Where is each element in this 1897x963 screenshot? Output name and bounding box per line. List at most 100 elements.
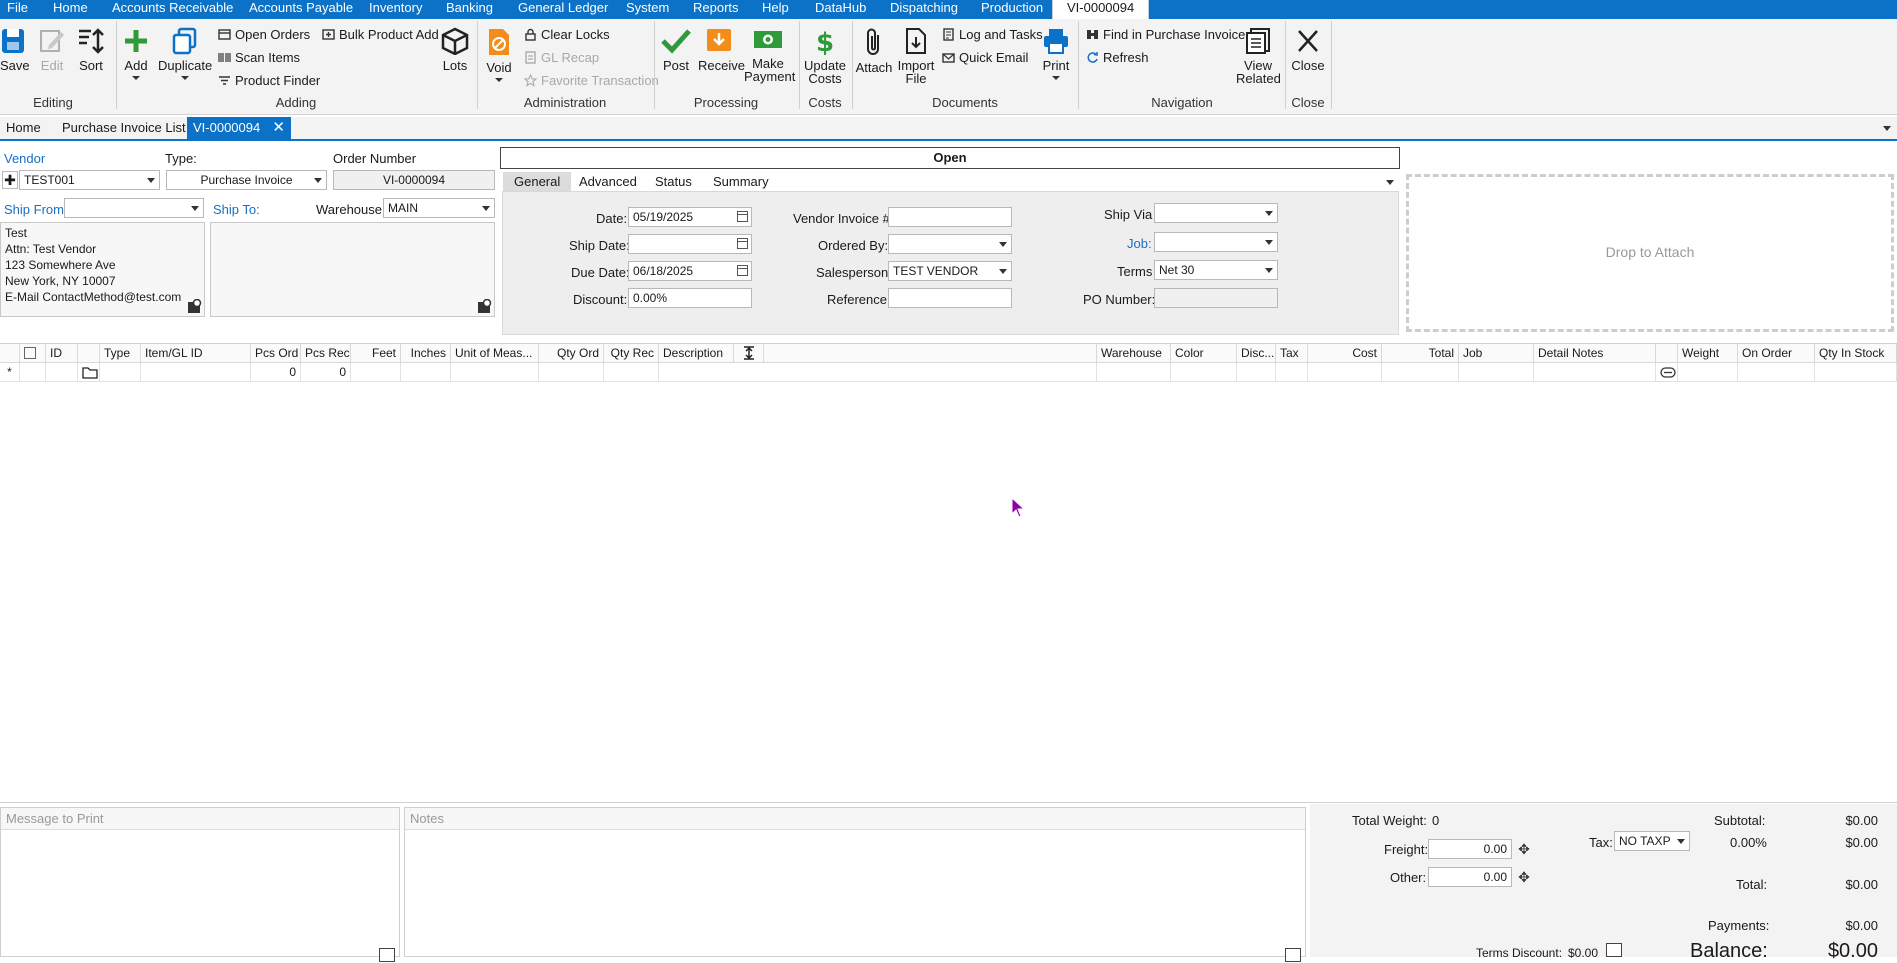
tab-current-invoice[interactable]: VI-0000094 ✕ <box>187 117 291 139</box>
vendor-label[interactable]: Vendor <box>4 151 45 166</box>
edit-button[interactable]: Edit <box>38 27 66 72</box>
table-cell[interactable] <box>1534 363 1656 382</box>
panel-collapse-caret-icon[interactable] <box>1386 180 1394 185</box>
log-and-tasks-button[interactable]: Log and Tasks <box>942 27 1043 43</box>
terms-select[interactable]: Net 30 <box>1154 260 1278 280</box>
make-payment-button[interactable]: Make Payment <box>744 27 795 83</box>
ship-to-label[interactable]: Ship To: <box>213 202 260 217</box>
calendar-icon[interactable] <box>737 211 748 222</box>
table-cell[interactable] <box>604 363 659 382</box>
table-cell[interactable] <box>1237 363 1276 382</box>
other-input[interactable]: 0.00 <box>1428 867 1512 887</box>
column-header-on-order[interactable]: On Order <box>1738 344 1815 363</box>
attachment-icon[interactable] <box>1660 367 1676 378</box>
receive-button[interactable]: Receive <box>698 27 745 72</box>
grid-select-all-header[interactable] <box>20 344 46 363</box>
close-button[interactable]: Close <box>1290 27 1326 72</box>
edit-terms-discount-icon[interactable] <box>1606 943 1622 957</box>
menu-dispatching[interactable]: Dispatching <box>890 0 958 19</box>
calendar-icon[interactable] <box>737 265 748 276</box>
column-header-qty-in-stock[interactable]: Qty In Stock <box>1815 344 1897 363</box>
menu-reports[interactable]: Reports <box>693 0 739 19</box>
edit-notes-icon[interactable] <box>1285 948 1301 962</box>
table-cell[interactable] <box>351 363 401 382</box>
gl-recap-button[interactable]: GL Recap <box>524 50 599 66</box>
menu-datahub[interactable]: DataHub <box>815 0 866 19</box>
bulk-product-add-button[interactable]: Bulk Product Add <box>322 27 439 43</box>
vendor-invoice-input[interactable] <box>888 207 1012 227</box>
product-finder-button[interactable]: Product Finder <box>218 73 320 89</box>
table-cell[interactable] <box>451 363 539 382</box>
map-pin-icon[interactable] <box>477 299 492 314</box>
menu-system[interactable]: System <box>626 0 669 19</box>
column-header-weight[interactable]: Weight <box>1678 344 1738 363</box>
column-header-inches[interactable]: Inches <box>401 344 451 363</box>
duplicate-button[interactable]: Duplicate <box>158 27 212 80</box>
scan-items-button[interactable]: Scan Items <box>218 50 300 66</box>
menu-accounts-receivable[interactable]: Accounts Receivable <box>112 0 233 19</box>
menu-production[interactable]: Production <box>981 0 1043 19</box>
add-button[interactable]: Add <box>122 27 150 80</box>
print-button[interactable]: Print <box>1040 27 1072 80</box>
tab-home[interactable]: Home <box>0 117 47 139</box>
job-label[interactable]: Job: <box>1127 236 1152 251</box>
table-cell[interactable] <box>100 363 141 382</box>
tab-general[interactable]: General <box>503 172 572 192</box>
table-cell[interactable] <box>141 363 251 382</box>
select-all-checkbox[interactable] <box>24 347 36 359</box>
column-header-detail-notes[interactable]: Detail Notes <box>1534 344 1656 363</box>
column-header-qty-rec[interactable]: Qty Rec <box>604 344 659 363</box>
table-cell[interactable] <box>20 363 46 382</box>
tab-purchase-invoice-list[interactable]: Purchase Invoice List <box>56 117 192 139</box>
column-header-type[interactable]: Type <box>100 344 141 363</box>
menu-inventory[interactable]: Inventory <box>369 0 422 19</box>
calendar-icon[interactable] <box>737 238 748 249</box>
open-orders-button[interactable]: Open Orders <box>218 27 310 43</box>
column-header-job[interactable]: Job <box>1459 344 1534 363</box>
import-file-button[interactable]: Import File <box>896 27 936 85</box>
tab-status[interactable]: Status <box>644 172 703 192</box>
refresh-button[interactable]: Refresh <box>1086 50 1149 66</box>
add-vendor-icon[interactable]: ✚ <box>2 171 18 189</box>
discount-input[interactable]: 0.00% <box>628 288 752 308</box>
job-select[interactable] <box>1154 232 1278 252</box>
menu-accounts-payable[interactable]: Accounts Payable <box>249 0 353 19</box>
save-button[interactable]: Save <box>0 27 30 72</box>
tab-summary[interactable]: Summary <box>702 172 780 192</box>
column-header-id[interactable]: ID <box>46 344 78 363</box>
sort-button[interactable]: Sort <box>76 27 106 72</box>
post-button[interactable]: Post <box>658 27 694 72</box>
column-header-unit-of-measure[interactable]: Unit of Meas... <box>451 344 539 363</box>
reference-input[interactable] <box>888 288 1012 308</box>
column-header-feet[interactable]: Feet <box>351 344 401 363</box>
move-icon[interactable]: ✥ <box>1516 869 1532 885</box>
column-resize-handle[interactable] <box>734 344 764 363</box>
folder-icon[interactable] <box>82 366 98 379</box>
update-costs-button[interactable]: $ Update Costs <box>802 27 848 85</box>
message-to-print-textarea[interactable] <box>3 832 397 954</box>
pcs-rec-cell[interactable]: 0 <box>301 363 351 382</box>
ship-from-label[interactable]: Ship From: <box>4 202 68 217</box>
table-cell[interactable] <box>1171 363 1237 382</box>
menu-help[interactable]: Help <box>762 0 789 19</box>
column-header-qty-ord[interactable]: Qty Ord <box>539 344 604 363</box>
clear-locks-button[interactable]: Clear Locks <box>524 27 610 43</box>
attach-button[interactable]: Attach <box>855 27 893 74</box>
table-cell[interactable] <box>1308 363 1382 382</box>
column-header-description[interactable]: Description <box>659 344 734 363</box>
date-input[interactable]: 05/19/2025 <box>628 207 752 227</box>
vendor-select[interactable]: TEST001 <box>19 170 160 190</box>
map-pin-icon[interactable] <box>187 299 202 314</box>
close-tab-icon[interactable]: ✕ <box>272 117 285 139</box>
table-cell[interactable] <box>1815 363 1897 382</box>
table-cell[interactable] <box>78 363 100 382</box>
column-header-cost[interactable]: Cost <box>1308 344 1382 363</box>
table-cell[interactable] <box>539 363 604 382</box>
table-cell[interactable] <box>1656 363 1678 382</box>
table-cell[interactable] <box>1097 363 1171 382</box>
drop-to-attach-zone[interactable]: Drop to Attach <box>1406 174 1894 332</box>
void-button[interactable]: Void <box>484 27 514 82</box>
warehouse-select[interactable]: MAIN <box>383 198 495 218</box>
table-cell[interactable] <box>1382 363 1459 382</box>
edit-message-icon[interactable] <box>379 948 395 962</box>
